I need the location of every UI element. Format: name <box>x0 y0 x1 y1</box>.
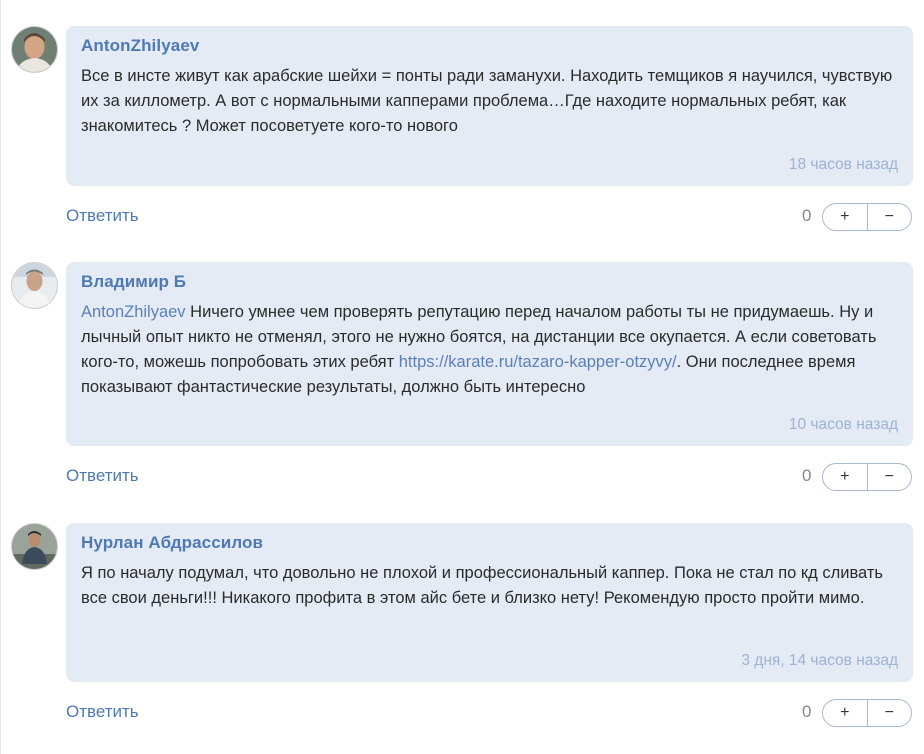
vote-control: + − <box>822 699 912 727</box>
avatar-nurlan-abdrassilov[interactable] <box>11 523 58 570</box>
comment-time[interactable]: 18 часов назад <box>789 156 898 174</box>
comment-author[interactable]: AntonZhilyaev <box>81 36 199 56</box>
left-border <box>0 0 1 754</box>
comment-author[interactable]: Нурлан Абдрассилов <box>81 533 263 553</box>
vote-control: + − <box>822 463 912 491</box>
avatar-vladimir-b[interactable] <box>11 262 58 309</box>
comment-bubble: Нурлан Абдрассилов Я по началу подумал, … <box>66 523 913 682</box>
vote-score: 0 <box>802 206 812 225</box>
comment-text: AntonZhilyaev Ничего умнее чем проверять… <box>81 300 901 400</box>
avatar-antonzhilyaev[interactable] <box>11 26 58 73</box>
reply-button[interactable]: Ответить <box>66 206 139 226</box>
mention-link[interactable]: AntonZhilyaev <box>81 303 186 321</box>
external-link[interactable]: https://karate.ru/tazaro-kapper-otzyvy/ <box>399 353 677 371</box>
comment-bubble: Владимир Б AntonZhilyaev Ничего умнее че… <box>66 262 913 446</box>
downvote-button[interactable]: − <box>868 700 912 726</box>
downvote-button[interactable]: − <box>868 464 912 490</box>
reply-button[interactable]: Ответить <box>66 702 139 722</box>
comment-time[interactable]: 3 дня, 14 часов назад <box>741 652 898 670</box>
vote-score: 0 <box>802 702 812 721</box>
comment-time[interactable]: 10 часов назад <box>789 416 898 434</box>
upvote-button[interactable]: + <box>823 204 868 230</box>
comment-text: Я по началу подумал, что довольно не пло… <box>81 564 883 607</box>
reply-button[interactable]: Ответить <box>66 466 139 486</box>
comment-bubble: AntonZhilyaev Все в инсте живут как араб… <box>66 26 913 186</box>
comment-author[interactable]: Владимир Б <box>81 272 186 292</box>
upvote-button[interactable]: + <box>823 464 868 490</box>
comment-text: Все в инсте живут как арабские шейхи = п… <box>81 67 893 135</box>
vote-score: 0 <box>802 466 812 485</box>
vote-control: + − <box>822 203 912 231</box>
downvote-button[interactable]: − <box>868 204 912 230</box>
upvote-button[interactable]: + <box>823 700 868 726</box>
